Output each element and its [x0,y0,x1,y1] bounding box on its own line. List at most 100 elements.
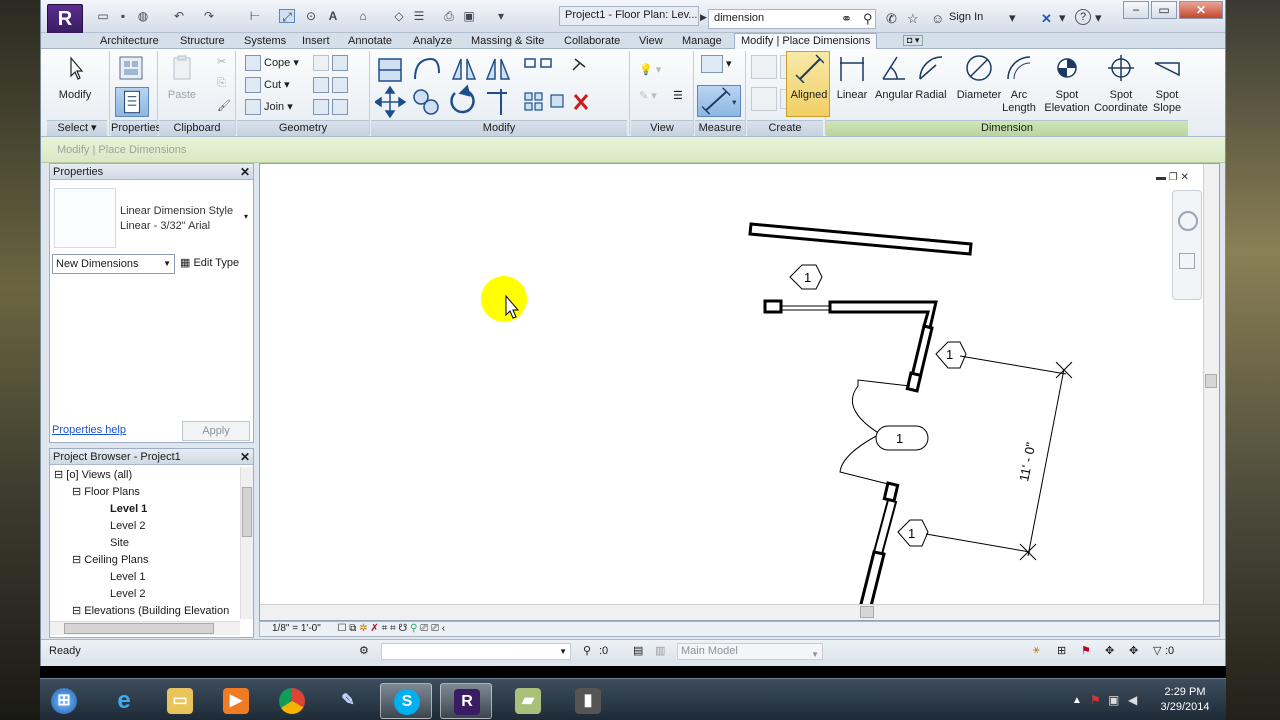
taskbar-app-feather[interactable]: ✎ [322,683,374,719]
dimension-tool-diameter-dimension[interactable]: Diameter [955,53,1003,102]
measure-icon[interactable]: ⊢ [247,9,263,23]
paste-button[interactable]: Paste [163,53,201,102]
apply-button[interactable]: Apply [182,421,250,441]
aligned-dimension[interactable] [925,355,1073,561]
help-button[interactable]: ? [1075,9,1091,25]
linework-icon[interactable]: ☰ [673,89,683,102]
customize-qat-icon[interactable]: ▾ [493,9,509,23]
tree-node-elevations[interactable]: ⊟ Elevations (Building Elevation [50,603,240,620]
analytical-model-icon[interactable]: ⎚ [420,623,428,634]
taskbar-media-player[interactable]: ▶ [210,683,262,719]
select-pinned-icon[interactable]: ⚑ [1081,644,1091,657]
dropdown-icon[interactable]: ▾ [1059,10,1066,26]
worksets-icon[interactable]: ⚙ [359,644,369,657]
dimension-tool-aligned-dimension[interactable]: Aligned [789,53,829,102]
sun-path-icon[interactable]: ✲ [359,623,367,634]
select-links-icon[interactable]: ⚹ [1033,644,1040,657]
redo-icon[interactable]: ↷ [201,9,217,23]
open-icon[interactable]: ▭ [95,9,111,23]
type-selector[interactable]: Linear Dimension Style Linear - 3/32" Ar… [120,204,233,234]
properties-help-link[interactable]: Properties help [52,424,126,436]
browser-vertical-scrollbar[interactable] [240,467,253,619]
subscription-icon[interactable]: ⚲ [863,11,873,27]
network-icon[interactable]: ▣ [1108,693,1119,707]
browser-horizontal-scrollbar[interactable] [50,621,240,635]
dimension-tool-radial-dimension[interactable]: Radial [913,53,949,102]
tree-node-ceiling-plans[interactable]: ⊟ Ceiling Plans [50,552,240,569]
tab-systems[interactable]: Systems [244,34,286,49]
restore-view-icon[interactable]: ❐ [1169,172,1178,183]
tab-modify-place-dimensions[interactable]: Modify | Place Dimensions [734,33,878,49]
design-options-icon[interactable]: ▤ [633,644,643,657]
type-properties-button[interactable] [113,53,149,89]
steering-wheel-icon[interactable] [1178,211,1198,231]
ribbon-minimize-toggle[interactable]: ◘ ▾ [903,35,924,46]
aligned-dimension-qat-icon[interactable]: ⤢ [279,9,295,24]
taskbar-recorder-app[interactable]: ▮ [562,683,614,719]
sign-in-link[interactable]: Sign In [949,11,983,23]
wall-right-lower[interactable] [872,498,898,556]
tree-item-ceiling-level-1[interactable]: Level 1 [50,569,240,586]
show-crop-icon[interactable]: ⌗ [390,623,396,634]
tab-insert[interactable]: Insert [302,34,330,49]
design-option-select[interactable]: Main Model ▼ [677,643,823,660]
properties-toggle-button[interactable] [115,87,149,117]
detail-level-icon[interactable]: ☐ [338,623,347,634]
window-left[interactable] [763,299,783,314]
visual-style-icon[interactable]: ⧉ [349,623,356,634]
view-window-controls[interactable]: ▬ ❐ ✕ [1156,172,1189,183]
scroll-left-icon[interactable]: ‹ [442,623,445,634]
minimize-view-icon[interactable]: ▬ [1156,172,1166,183]
close-project-browser-icon[interactable]: ✕ [240,449,250,465]
tree-node-floor-plans[interactable]: ⊟ Floor Plans [50,484,240,501]
tab-architecture[interactable]: Architecture [100,34,159,49]
close-hidden-icon[interactable]: ⎙ [441,9,457,23]
dimension-tool-angular-dimension[interactable]: Angular [873,53,915,102]
zoom-region-icon[interactable] [1179,253,1195,269]
wall-bottom[interactable] [858,550,886,612]
editable-only-icon[interactable]: ⚲ [583,644,591,657]
canvas-horizontal-scrollbar[interactable] [260,604,1219,620]
highlight-displacement-icon[interactable]: ⎚ [431,623,439,634]
tree-item-floor-level-2[interactable]: Level 2 [50,518,240,535]
save-icon[interactable]: ▪ [115,9,131,23]
close-properties-icon[interactable]: ✕ [240,164,250,180]
dimension-tool-spot-coordinate[interactable]: Spot Coordinate [1093,53,1149,115]
canvas-vertical-scrollbar[interactable] [1203,164,1219,604]
maximize-button[interactable]: ▭ [1151,1,1177,19]
wall-l-shape[interactable] [828,300,938,330]
select-by-face-icon[interactable]: ✥ [1105,644,1114,657]
cut-clipboard-icon[interactable]: ✂ [217,55,226,68]
filter-icon[interactable]: ▽ [1153,644,1161,657]
favorites-star-icon[interactable]: ☆ [907,11,919,27]
shadows-icon[interactable]: ✗ [370,623,378,634]
dimension-value-text[interactable]: 11' - 0" [1016,441,1038,483]
drawing-canvas[interactable]: 1 1 1 1 11' - 0" ▬ ❐ ✕ [259,163,1220,621]
copy-clipboard-icon[interactable]: ⎘ [217,77,226,90]
tab-analyze[interactable]: Analyze [413,34,452,49]
volume-icon[interactable]: ◀ [1128,693,1137,707]
dimension-tool-spot-slope[interactable]: Spot Slope [1149,53,1185,115]
temporary-hide-icon[interactable]: ☋ [398,623,407,634]
communication-icon[interactable]: ✆ [886,11,897,27]
tree-item-site[interactable]: Site [50,535,240,552]
measure-between-icon[interactable]: ▾ [701,55,732,73]
hide-in-view-icon[interactable]: 💡 ▾ [639,63,661,76]
taskbar-notes-app[interactable]: ▰ [502,683,554,719]
binoculars-icon[interactable]: ⚭ [841,11,852,27]
tree-node-views-all[interactable]: ⊟ [o] Views (all) [50,467,240,484]
tag-icon[interactable]: ⊙ [303,9,319,23]
tray-overflow-icon[interactable]: ▲ [1072,695,1082,706]
minimize-button[interactable]: − [1123,1,1149,19]
dropdown-icon[interactable]: ▾ [1009,10,1016,26]
user-icon[interactable]: ☺ [931,11,944,26]
tab-view[interactable]: View [639,34,663,49]
select-panel-label[interactable]: Select ▾ [47,120,107,136]
switch-windows-icon[interactable]: ▣ [461,9,477,23]
override-graphics-icon[interactable]: ✎ ▾ [639,89,657,102]
wall-stub-upper[interactable] [905,371,923,393]
wall-right-upper[interactable] [910,324,934,380]
thin-lines-icon[interactable]: ☰ [411,9,427,23]
match-properties-icon[interactable]: 🖌 [217,99,231,112]
instance-filter-select[interactable]: New Dimensions ▼ [52,254,175,274]
